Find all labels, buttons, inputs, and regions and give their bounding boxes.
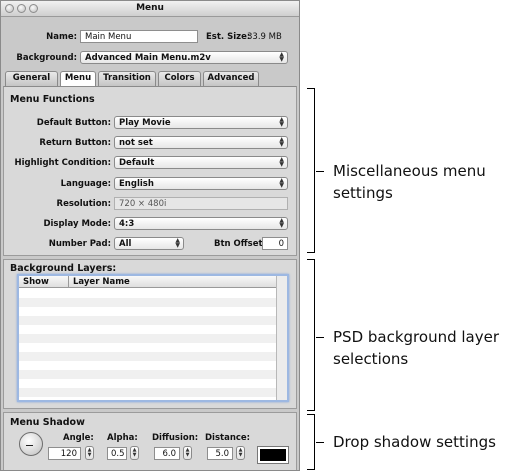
- return-button-popup[interactable]: not set ▲ ▼: [114, 136, 288, 149]
- background-popup-value: Advanced Main Menu.m2v: [85, 53, 211, 63]
- table-row: [19, 298, 277, 307]
- tab-colors[interactable]: Colors: [158, 71, 201, 86]
- callout-psd-line-1: PSD background layer: [333, 328, 500, 346]
- angle-label: Angle:: [63, 433, 94, 443]
- callout-misc-line-2: settings: [333, 184, 393, 202]
- resolution-value: 720 × 480i: [114, 197, 288, 210]
- angle-dial-icon[interactable]: [19, 432, 43, 456]
- est-size-label: Est. Size:: [206, 32, 251, 42]
- display-mode-label: Display Mode:: [43, 219, 111, 229]
- popup-arrows-icon: ▲ ▼: [279, 51, 284, 63]
- angle-field[interactable]: 120: [48, 447, 81, 460]
- default-button-label: Default Button:: [36, 118, 111, 128]
- table-row: [19, 334, 277, 343]
- number-pad-popup[interactable]: All ▲ ▼: [114, 237, 184, 250]
- display-mode-value: 4:3: [119, 219, 135, 229]
- tab-transition[interactable]: Transition: [98, 71, 156, 86]
- return-button-value: not set: [119, 138, 153, 148]
- table-row: [19, 289, 277, 298]
- alpha-label: Alpha:: [107, 433, 138, 443]
- highlight-condition-value: Default: [119, 158, 155, 168]
- menu-shadow-title: Menu Shadow: [10, 417, 85, 428]
- alpha-field[interactable]: 0.5: [107, 447, 127, 460]
- menu-functions-panel: Menu Functions: [3, 86, 297, 256]
- diffusion-field[interactable]: 6.0: [154, 447, 180, 460]
- dial-needle: [26, 445, 33, 446]
- popup-arrows-icon: ▲ ▼: [279, 177, 284, 189]
- table-scrollbar[interactable]: [276, 276, 287, 400]
- table-row: [19, 316, 277, 325]
- table-row: [19, 388, 277, 397]
- background-layers-table[interactable]: Show Layer Name: [17, 274, 289, 402]
- popup-arrows-icon: ▲ ▼: [279, 116, 284, 128]
- bracket-misc: [307, 88, 315, 253]
- window-title: Menu: [136, 3, 164, 13]
- tab-general[interactable]: General: [5, 71, 58, 86]
- title-bar: Menu: [1, 1, 299, 17]
- popup-arrows-icon: ▲ ▼: [279, 136, 284, 148]
- distance-stepper-icon[interactable]: ▲ ▼: [236, 446, 245, 460]
- table-row: [19, 370, 277, 379]
- language-popup[interactable]: English ▲ ▼: [114, 177, 288, 190]
- tab-menu[interactable]: Menu: [60, 71, 96, 86]
- table-row: [19, 361, 277, 370]
- bracket-psd: [307, 259, 315, 411]
- return-button-label: Return Button:: [39, 138, 111, 148]
- callout-misc: Miscellaneous menu settings: [333, 160, 486, 204]
- distance-field[interactable]: 5.0: [207, 447, 233, 460]
- number-pad-label: Number Pad:: [48, 239, 111, 249]
- default-button-popup[interactable]: Play Movie ▲ ▼: [114, 116, 288, 129]
- callout-drop-line-1: Drop shadow settings: [333, 433, 496, 451]
- number-pad-value: All: [119, 239, 132, 249]
- menu-functions-title: Menu Functions: [10, 94, 95, 105]
- language-value: English: [119, 179, 154, 189]
- angle-stepper-icon[interactable]: ▲ ▼: [85, 446, 94, 460]
- bracket-tick-psd: [316, 337, 324, 338]
- popup-arrows-icon: ▲ ▼: [175, 237, 180, 249]
- highlight-condition-popup[interactable]: Default ▲ ▼: [114, 156, 288, 169]
- btn-offset-label: Btn Offset:: [214, 239, 266, 249]
- callout-misc-line-1: Miscellaneous menu: [333, 162, 486, 180]
- shadow-color-well[interactable]: [257, 446, 289, 464]
- background-popup[interactable]: Advanced Main Menu.m2v ▲ ▼: [80, 51, 288, 64]
- bracket-tick-misc: [316, 171, 324, 172]
- diffusion-label: Diffusion:: [152, 433, 199, 443]
- popup-arrows-icon: ▲ ▼: [279, 156, 284, 168]
- alpha-stepper-icon[interactable]: ▲ ▼: [130, 446, 139, 460]
- btn-offset-field[interactable]: 0: [262, 237, 288, 250]
- callout-psd: PSD background layer selections: [333, 326, 499, 370]
- table-row: [19, 325, 277, 334]
- table-row: [19, 343, 277, 352]
- column-header-show[interactable]: Show: [19, 276, 69, 288]
- bracket-drop: [307, 414, 315, 470]
- name-label: Name:: [46, 32, 77, 42]
- background-layers-title: Background Layers:: [10, 263, 117, 274]
- popup-arrows-icon: ▲ ▼: [279, 217, 284, 229]
- name-field[interactable]: Main Menu: [80, 30, 198, 43]
- table-row: [19, 307, 277, 316]
- est-size-value: 33.9 MB: [247, 32, 282, 42]
- shadow-color-swatch: [260, 449, 286, 461]
- diffusion-stepper-icon[interactable]: ▲ ▼: [183, 446, 192, 460]
- callout-psd-line-2: selections: [333, 350, 409, 368]
- bracket-tick-drop: [316, 442, 324, 443]
- menu-inspector-window: Menu Name: Main Menu Est. Size: 33.9 MB …: [0, 0, 300, 471]
- background-label: Background:: [16, 53, 77, 63]
- tab-advanced[interactable]: Advanced: [203, 71, 259, 86]
- callout-drop: Drop shadow settings: [333, 431, 496, 453]
- column-header-layer-name[interactable]: Layer Name: [69, 276, 277, 288]
- highlight-condition-label: Highlight Condition:: [14, 158, 111, 168]
- table-row: [19, 352, 277, 361]
- display-mode-popup[interactable]: 4:3 ▲ ▼: [114, 217, 288, 230]
- resolution-label: Resolution:: [56, 199, 111, 209]
- distance-label: Distance:: [205, 433, 251, 443]
- default-button-value: Play Movie: [119, 118, 171, 128]
- menu-shadow-panel: Menu Shadow: [3, 412, 297, 470]
- language-label: Language:: [60, 179, 111, 189]
- table-row: [19, 379, 277, 388]
